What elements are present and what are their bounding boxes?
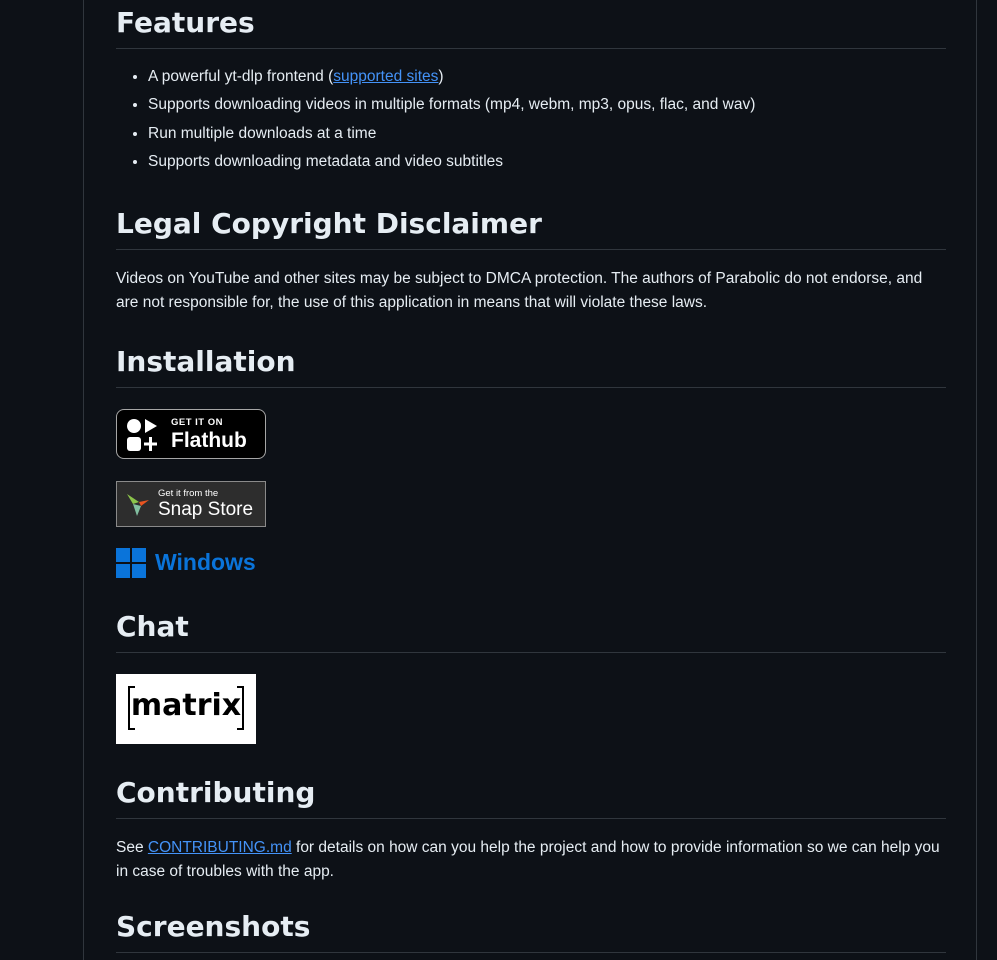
contributing-section: Contributing See CONTRIBUTING.md for det… (116, 776, 946, 884)
contributing-text-start: See (116, 839, 148, 856)
flathub-icon (127, 419, 157, 451)
list-item: Run multiple downloads at a time (148, 120, 946, 148)
contributing-text: See CONTRIBUTING.md for details on how c… (116, 836, 946, 884)
snap-big-text: Snap Store (158, 499, 254, 520)
contributing-link[interactable]: CONTRIBUTING.md (148, 839, 292, 856)
screenshots-section: Screenshots (116, 910, 946, 953)
matrix-badge[interactable]: matrix (116, 674, 256, 744)
screenshots-heading: Screenshots (116, 910, 946, 953)
snapcraft-bird-icon (127, 494, 149, 516)
matrix-logo-text: matrix (130, 688, 242, 723)
legal-section: Legal Copyright Disclaimer Videos on You… (116, 207, 946, 315)
matrix-bracket-right (237, 686, 244, 730)
contributing-heading: Contributing (116, 776, 946, 819)
features-section: Features A powerful yt-dlp frontend (sup… (116, 6, 946, 177)
list-item: Supports downloading videos in multiple … (148, 91, 946, 119)
supported-sites-link[interactable]: supported sites (333, 68, 438, 85)
snap-store-badge[interactable]: Get it from the Snap Store (116, 481, 266, 527)
features-list: A powerful yt-dlp frontend (supported si… (116, 63, 946, 177)
windows-logo-icon (116, 548, 146, 578)
windows-label: Windows (155, 549, 256, 575)
installation-section: Installation (116, 345, 946, 388)
chat-section: Chat (116, 610, 946, 653)
legal-text: Videos on YouTube and other sites may be… (116, 270, 923, 311)
installation-heading: Installation (116, 345, 946, 388)
list-item: A powerful yt-dlp frontend (supported si… (148, 63, 946, 91)
readme-container: Features A powerful yt-dlp frontend (sup… (83, 0, 977, 960)
legal-heading: Legal Copyright Disclaimer (116, 207, 946, 250)
list-item: Supports downloading metadata and video … (148, 148, 946, 176)
feature-text-end: ) (438, 68, 444, 85)
feature-text: A powerful yt-dlp frontend ( (148, 68, 334, 85)
snap-small-text: Get it from the (158, 488, 219, 499)
chat-heading: Chat (116, 610, 946, 653)
flathub-small-text: GET IT ON (171, 417, 223, 428)
windows-badge[interactable]: Windows (116, 548, 266, 580)
flathub-big-text: Flathub (171, 429, 247, 452)
features-heading: Features (116, 6, 946, 49)
flathub-badge[interactable]: GET IT ON Flathub (116, 409, 266, 459)
